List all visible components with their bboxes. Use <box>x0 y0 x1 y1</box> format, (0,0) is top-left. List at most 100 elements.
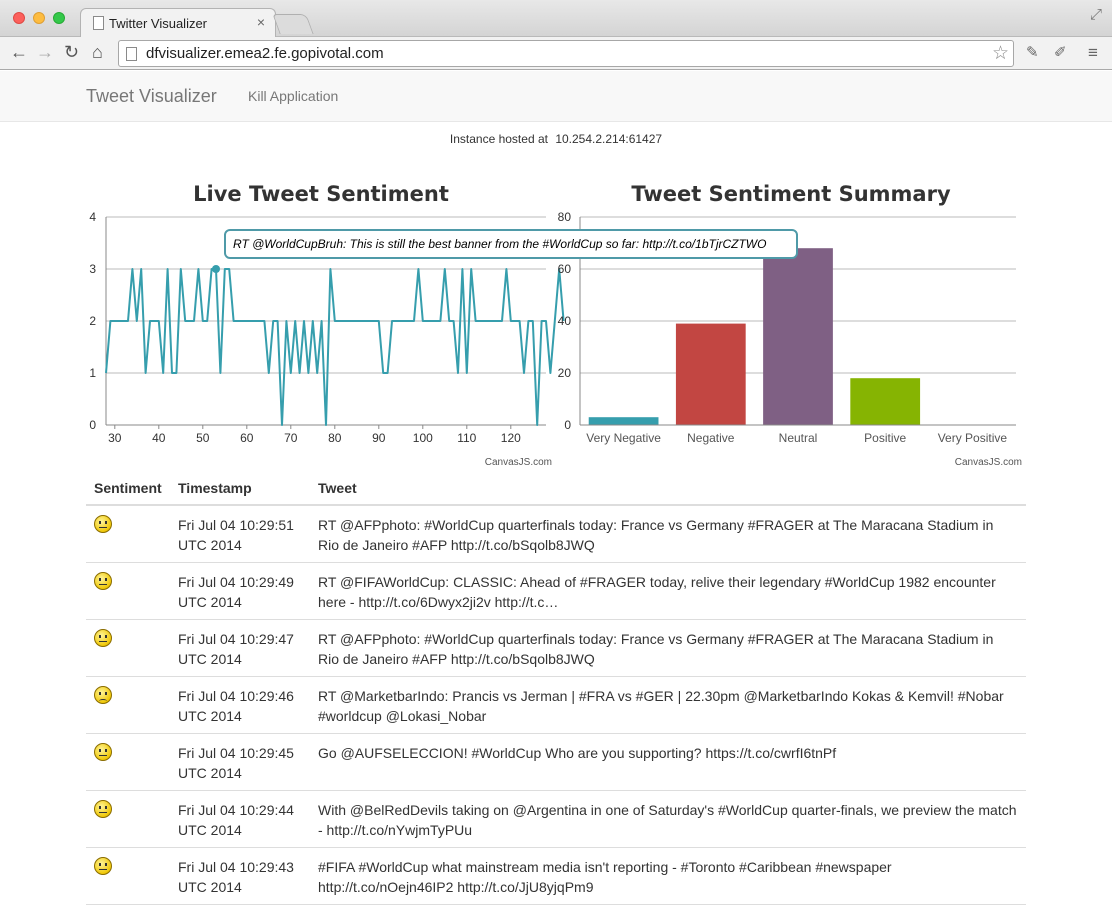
page-icon <box>93 16 104 30</box>
url-text[interactable]: dfvisualizer.emea2.fe.gopivotal.com <box>146 45 384 62</box>
css-extension-icon[interactable]: ✐ <box>1054 43 1067 61</box>
browser-tab[interactable]: Twitter Visualizer × <box>80 8 276 38</box>
bar-chart-y-tick: 20 <box>558 366 572 380</box>
table-row: Fri Jul 04 10:29:51 UTC 2014 RT @AFPphoto… <box>86 505 1026 563</box>
sad-face-icon <box>94 685 112 704</box>
sentiment-cell <box>86 562 170 620</box>
bar-chart-category-label: Negative <box>687 431 735 445</box>
neutral-face-icon <box>94 856 112 875</box>
line-chart-x-tick: 50 <box>196 431 210 445</box>
sentiment-cell <box>86 505 170 563</box>
kill-application-link[interactable]: Kill Application <box>248 88 338 104</box>
tweet-cell: RT @AFPphoto: #WorldCup quarterfinals to… <box>310 619 1026 677</box>
bar-chart-category-label: Very Positive <box>938 431 1008 445</box>
instance-label: Instance hosted at <box>449 132 548 146</box>
timestamp-cell: Fri Jul 04 10:29:46 UTC 2014 <box>170 676 310 734</box>
timestamp-cell: Fri Jul 04 10:29:43 UTC 2014 <box>170 847 310 905</box>
table-row: Fri Jul 04 10:29:45 UTC 2014 Go @AUFSELEC… <box>86 733 1026 791</box>
header-timestamp: Timestamp <box>170 472 310 506</box>
line-chart-credit: CanvasJS.com <box>485 457 552 468</box>
minimize-window-button[interactable] <box>33 12 45 24</box>
eyedropper-extension-icon[interactable]: ✎ <box>1026 43 1039 61</box>
home-icon[interactable]: ⌂ <box>92 41 103 63</box>
line-chart-y-tick: 3 <box>89 262 96 276</box>
bar-negative <box>675 323 746 425</box>
tweet-cell: With @BelRedDevils taking on @Argentina … <box>310 790 1026 848</box>
neutral-face-icon <box>94 742 112 761</box>
forward-icon[interactable]: → <box>36 41 54 63</box>
page-icon <box>126 47 137 61</box>
table-row: Fri Jul 04 10:29:47 UTC 2014 RT @AFPphoto… <box>86 619 1026 677</box>
table-row: Fri Jul 04 10:29:46 UTC 2014 RT @Marketba… <box>86 676 1026 734</box>
sentiment-cell <box>86 733 170 791</box>
line-chart-y-tick: 1 <box>89 366 96 380</box>
close-window-button[interactable] <box>13 12 25 24</box>
tab-close-icon[interactable]: × <box>257 14 265 30</box>
address-bar[interactable]: dfvisualizer.emea2.fe.gopivotal.com ☆ <box>118 40 1014 67</box>
bar-chart-category-label: Very Negative <box>586 431 661 445</box>
bar-chart-category-label: Positive <box>864 431 906 445</box>
neutral-face-icon <box>94 571 112 590</box>
line-chart-y-tick: 2 <box>89 314 96 328</box>
table-body: Fri Jul 04 10:29:51 UTC 2014 RT @AFPphoto… <box>86 505 1026 905</box>
bar-positive <box>850 378 921 425</box>
timestamp-cell: Fri Jul 04 10:29:51 UTC 2014 <box>170 505 310 563</box>
sentiment-series-line <box>105 268 565 426</box>
new-tab-button[interactable] <box>272 14 314 34</box>
fullscreen-icon[interactable]: ⤢ <box>1090 6 1102 23</box>
bar-chart-y-tick: 60 <box>558 262 572 276</box>
line-chart-title: Live Tweet Sentiment <box>193 182 449 206</box>
bar-very-negative <box>588 417 659 425</box>
window-titlebar: Twitter Visualizer × ⤢ <box>0 0 1112 38</box>
line-chart-x-tick: 120 <box>501 431 521 445</box>
bar-chart-y-tick: 80 <box>558 210 572 224</box>
table-row: Fri Jul 04 10:29:43 UTC 2014 #FIFA #World… <box>86 847 1026 905</box>
timestamp-cell: Fri Jul 04 10:29:44 UTC 2014 <box>170 790 310 848</box>
line-chart-y-tick: 4 <box>89 210 96 224</box>
header-sentiment: Sentiment <box>86 472 170 506</box>
app-navbar: Tweet Visualizer Kill Application <box>0 71 1112 122</box>
neutral-face-icon <box>94 799 112 818</box>
bar-chart-y-tick: 40 <box>558 314 572 328</box>
charts-area: Live Tweet Sentiment 0 1 2 3 4 30 40 50 60 70 80 90 1… <box>89 182 1022 468</box>
browser-toolbar: ← → ↻ ⌂ dfvisualizer.emea2.fe.gopivotal.… <box>0 37 1112 70</box>
instance-info: Instance hosted at 10.254.2.214:61427 <box>0 132 1112 146</box>
line-chart-x-tick: 90 <box>372 431 386 445</box>
timestamp-cell: Fri Jul 04 10:29:49 UTC 2014 <box>170 562 310 620</box>
line-chart-x-tick: 70 <box>284 431 298 445</box>
bar-chart-category-label: Neutral <box>779 431 818 445</box>
line-chart-x-tick: 40 <box>152 431 166 445</box>
bar-neutral <box>763 248 833 425</box>
table-row: Fri Jul 04 10:29:44 UTC 2014 With @BelRed… <box>86 790 1026 848</box>
line-chart-x-tick: 60 <box>240 431 254 445</box>
bookmark-star-icon[interactable]: ☆ <box>992 42 1009 65</box>
neutral-face-icon <box>94 515 112 533</box>
neutral-face-icon <box>94 628 112 647</box>
back-icon[interactable]: ← <box>10 41 28 63</box>
table-row: Fri Jul 04 10:29:49 UTC 2014 RT @FIFAWorl… <box>86 562 1026 620</box>
header-tweet: Tweet <box>310 472 1026 506</box>
tweet-cell: RT @MarketbarIndo: Prancis vs Jerman | #… <box>310 676 1026 734</box>
tweet-cell: RT @AFPphoto: #WorldCup quarterfinals to… <box>310 505 1026 563</box>
sentiment-cell <box>86 619 170 677</box>
instance-address: 10.254.2.214:61427 <box>555 132 663 146</box>
line-chart-x-tick: 110 <box>457 431 476 445</box>
line-chart-x-tick: 100 <box>413 431 433 445</box>
sentiment-cell <box>86 847 170 905</box>
timestamp-cell: Fri Jul 04 10:29:45 UTC 2014 <box>170 733 310 791</box>
brand-link[interactable]: Tweet Visualizer <box>86 86 217 107</box>
tweet-cell: #FIFA #WorldCup what mainstream media is… <box>310 847 1026 905</box>
tab-title: Twitter Visualizer <box>109 16 208 31</box>
bar-chart-credit: CanvasJS.com <box>955 457 1022 468</box>
timestamp-cell: Fri Jul 04 10:29:47 UTC 2014 <box>170 619 310 677</box>
sentiment-cell <box>86 790 170 848</box>
highlighted-data-point <box>212 265 220 273</box>
bar-chart-y-tick: 0 <box>564 418 571 432</box>
sentiment-cell <box>86 676 170 734</box>
chart-tooltip: RT @WorldCupBruh: This is still the best… <box>224 229 798 259</box>
table-header-row: Sentiment Timestamp Tweet <box>86 472 1026 506</box>
menu-icon[interactable]: ≡ <box>1088 43 1098 63</box>
reload-icon[interactable]: ↻ <box>64 41 79 63</box>
maximize-window-button[interactable] <box>53 12 65 24</box>
line-chart-x-tick: 30 <box>108 431 122 445</box>
